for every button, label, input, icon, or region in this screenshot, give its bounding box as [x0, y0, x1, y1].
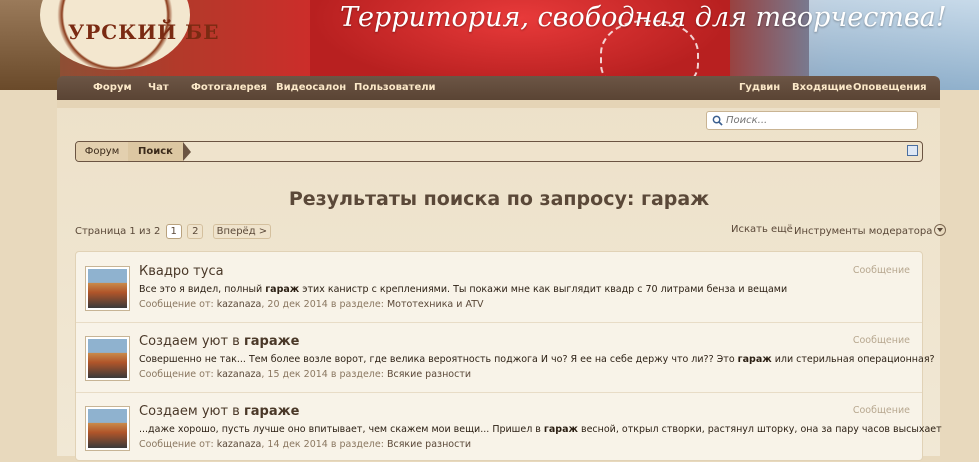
breadcrumb-separator	[183, 142, 191, 161]
result-title-link[interactable]: Квадро туса	[139, 264, 224, 279]
result-title-link[interactable]: Создаем уют в гараже	[139, 334, 299, 349]
nav-subbar	[57, 100, 940, 108]
nav-alerts[interactable]: Оповещения	[853, 82, 927, 93]
search-results-list: Квадро туса Все это я видел, полный гара…	[75, 251, 942, 462]
search-result-item: Квадро туса Все это я видел, полный гара…	[76, 252, 922, 323]
section-link[interactable]: Всякие разности	[387, 369, 471, 380]
avatar[interactable]	[85, 336, 130, 381]
section-link[interactable]: Всякие разности	[387, 439, 471, 450]
pagination-label: Страница 1 из 2	[75, 226, 161, 237]
result-type-label: Сообщение	[852, 335, 910, 346]
jump-to-top-icon[interactable]	[907, 145, 918, 156]
page-link-2[interactable]: 2	[187, 224, 204, 239]
nav-forum[interactable]: Форум	[93, 82, 132, 93]
chevron-down-icon	[934, 224, 947, 236]
pagination: Страница 1 из 2 1 2 Вперёд >	[75, 224, 272, 239]
nav-video[interactable]: Видеосалон	[276, 82, 346, 93]
breadcrumb: Форум Поиск	[75, 141, 923, 162]
page-link-1[interactable]: 1	[165, 224, 182, 239]
result-type-label: Сообщение	[852, 405, 910, 416]
search-result-item: Создаем уют в гараже Совершенно не так..…	[76, 322, 935, 393]
breadcrumb-forum[interactable]: Форум	[76, 142, 128, 161]
result-title-link[interactable]: Создаем уют в гараже	[139, 404, 299, 419]
result-snippet: ...даже хорошо, пусть лучше оно впитывае…	[139, 424, 942, 435]
result-meta: Сообщение от: kazanaza, 15 дек 2014 в ра…	[139, 369, 472, 380]
search-box[interactable]	[706, 111, 918, 130]
breadcrumb-search[interactable]: Поиск	[128, 142, 183, 161]
author-link[interactable]: kazanaza	[217, 369, 262, 380]
author-link[interactable]: kazanaza	[217, 439, 262, 450]
nav-inbox[interactable]: Входящие	[792, 82, 852, 93]
nav-chat[interactable]: Чат	[148, 82, 169, 93]
nav-photo-gallery[interactable]: Фотогалерея	[191, 82, 267, 93]
nav-user-account[interactable]: Гудвин	[739, 82, 780, 93]
site-logo-text: УРСКИЙ БЕ	[68, 20, 220, 44]
moderator-tools-menu[interactable]: Инструменты модератора	[794, 224, 947, 237]
search-more-link[interactable]: Искать ещё	[731, 224, 793, 235]
page-title: Результаты поиска по запросу: гараж	[288, 188, 710, 210]
result-type-label: Сообщение	[852, 265, 910, 276]
result-meta: Сообщение от: kazanaza, 20 дек 2014 в ра…	[139, 299, 484, 310]
result-snippet: Совершенно не так... Тем более возле вор…	[139, 354, 935, 365]
next-page-link[interactable]: Вперёд >	[212, 224, 272, 239]
moderator-tools-label: Инструменты модератора	[794, 226, 933, 237]
section-link[interactable]: Мототехника и ATV	[387, 299, 484, 310]
result-meta: Сообщение от: kazanaza, 14 дек 2014 в ра…	[139, 439, 472, 450]
nav-members[interactable]: Пользователи	[354, 82, 436, 93]
author-link[interactable]: kazanaza	[217, 299, 262, 310]
result-snippet: Все это я видел, полный гараж этих канис…	[139, 284, 788, 295]
search-input[interactable]	[726, 113, 911, 128]
avatar[interactable]	[85, 266, 130, 311]
search-result-item: Создаем уют в гараже ...даже хорошо, пус…	[76, 392, 942, 462]
search-icon	[712, 115, 723, 126]
banner-slogan: Территория, свободная для творчества!	[340, 2, 947, 33]
main-navbar: Форум Чат Фотогалерея Видеосалон Пользов…	[57, 76, 940, 100]
avatar[interactable]	[85, 406, 130, 451]
